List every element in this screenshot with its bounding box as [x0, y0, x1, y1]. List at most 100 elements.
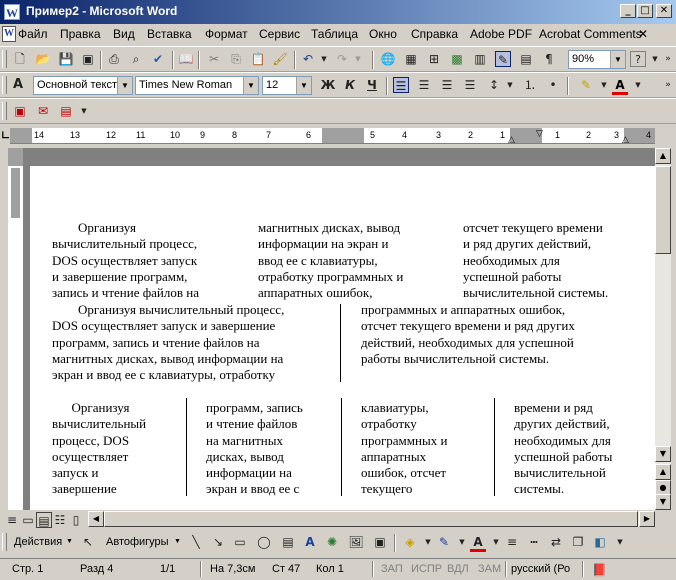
- scroll-down-icon[interactable]: ▼: [655, 446, 671, 462]
- bullets-icon[interactable]: •: [545, 77, 561, 93]
- drawing-icon[interactable]: ✎: [495, 51, 511, 67]
- line-spacing-dropdown-icon[interactable]: ▼: [502, 77, 518, 93]
- shadow-style-icon[interactable]: ❐: [570, 534, 586, 550]
- word-app-icon[interactable]: W: [4, 4, 20, 20]
- menu-table[interactable]: Таблица: [311, 27, 358, 41]
- font-size-combo[interactable]: 12 ▼: [262, 76, 312, 95]
- align-left-icon[interactable]: ☰: [393, 77, 409, 93]
- rectangle-icon[interactable]: ▭: [232, 534, 248, 550]
- fill-color-dropdown-icon[interactable]: ▼: [420, 534, 436, 550]
- section2-col2[interactable]: программных и аппаратных ошибок, отсчет …: [361, 302, 575, 367]
- wordart-icon[interactable]: A: [302, 534, 318, 550]
- maximize-button[interactable]: □: [637, 4, 653, 18]
- dash-style-icon[interactable]: ┅: [526, 534, 542, 550]
- highlight-icon[interactable]: ✎: [578, 77, 594, 93]
- redo-dropdown-icon[interactable]: ▼: [350, 51, 366, 67]
- menu-help[interactable]: Справка: [411, 27, 458, 41]
- undo-icon[interactable]: ↶: [300, 51, 316, 67]
- drawing-font-color-dropdown-icon[interactable]: ▼: [488, 534, 504, 550]
- reading-layout-icon[interactable]: ▯: [68, 512, 84, 528]
- highlight-dropdown-icon[interactable]: ▼: [596, 77, 612, 93]
- font-color-icon[interactable]: A: [612, 77, 628, 95]
- pdf-toolbar-dropdown-icon[interactable]: ▼: [76, 103, 92, 119]
- vertical-ruler[interactable]: [8, 148, 24, 510]
- open-folder-icon[interactable]: 📂: [35, 51, 51, 67]
- styles-pane-icon[interactable]: A: [10, 77, 26, 93]
- close-button[interactable]: ✕: [656, 4, 672, 18]
- font-combo[interactable]: Times New Roman ▼: [135, 76, 259, 95]
- zoom-dropdown-icon[interactable]: ▼: [610, 51, 625, 68]
- undo-dropdown-icon[interactable]: ▼: [316, 51, 332, 67]
- underline-button[interactable]: Ч: [364, 77, 380, 93]
- menu-acrobat-comments[interactable]: Acrobat Comments: [539, 27, 642, 41]
- first-line-indent-marker[interactable]: ▽: [536, 128, 543, 139]
- section1-col2[interactable]: магнитных дисках, вывод информации на эк…: [258, 220, 403, 301]
- picture-icon[interactable]: ▣: [372, 534, 388, 550]
- style-dropdown-icon[interactable]: ▼: [117, 77, 132, 94]
- section3-col3[interactable]: клавиатуры, отработку программных и аппа…: [361, 400, 447, 498]
- numbering-icon[interactable]: ⒈: [522, 77, 538, 93]
- paste-icon[interactable]: 📋: [250, 51, 266, 67]
- actions-dropdown-icon[interactable]: ▼: [66, 538, 73, 545]
- arrow-style-icon[interactable]: ⇄: [548, 534, 564, 550]
- toolbar-options-icon[interactable]: »: [660, 77, 676, 93]
- menu-format[interactable]: Формат: [205, 27, 248, 41]
- minimize-button[interactable]: _: [620, 4, 636, 18]
- align-right-icon[interactable]: ☰: [439, 77, 455, 93]
- oval-icon[interactable]: ◯: [256, 534, 272, 550]
- 3d-style-icon[interactable]: ◧: [592, 534, 608, 550]
- line-icon[interactable]: ╲: [188, 534, 204, 550]
- status-rec[interactable]: ЗАП: [381, 563, 403, 575]
- outline-view-icon[interactable]: ☷: [52, 512, 68, 528]
- vertical-scrollbar[interactable]: ▲ ▼ ▲ ● ▼: [655, 148, 671, 510]
- line-color-icon[interactable]: ✎: [436, 534, 452, 550]
- previous-page-icon[interactable]: ▲: [655, 464, 671, 480]
- insert-excel-icon[interactable]: ▩: [449, 51, 465, 67]
- arrow-icon[interactable]: ↘: [210, 534, 226, 550]
- status-language[interactable]: русский (Ро: [511, 563, 570, 575]
- toolbar-grip[interactable]: [2, 50, 7, 68]
- document-icon[interactable]: W: [2, 26, 16, 42]
- section3-col2[interactable]: программ, запись и чтение файлов на магн…: [206, 400, 303, 498]
- menu-insert[interactable]: Вставка: [147, 27, 192, 41]
- pdf-email-icon[interactable]: ✉: [35, 103, 51, 119]
- horizontal-scroll-thumb[interactable]: [104, 511, 638, 527]
- redo-icon[interactable]: ↷: [334, 51, 350, 67]
- document-area[interactable]: Организуя вычислительный процесс, DOS ос…: [24, 148, 655, 510]
- toolbar-grip[interactable]: [2, 533, 7, 551]
- close-document-icon[interactable]: ✕: [638, 27, 648, 41]
- print-icon[interactable]: ⎙: [106, 51, 122, 67]
- line-spacing-icon[interactable]: ↕: [486, 77, 502, 93]
- copy-icon[interactable]: ⎘: [228, 51, 244, 67]
- hanging-indent-marker[interactable]: △: [508, 134, 515, 143]
- horizontal-scrollbar[interactable]: ◀ ▶: [88, 511, 655, 527]
- columns-icon[interactable]: ▥: [472, 51, 488, 67]
- menu-adobe-pdf[interactable]: Adobe PDF: [470, 27, 532, 41]
- actions-menu[interactable]: Действия: [14, 536, 62, 548]
- drawing-toolbar-options-icon[interactable]: ▼: [612, 534, 628, 550]
- diagram-icon[interactable]: ✺: [324, 534, 340, 550]
- menu-tools[interactable]: Сервис: [259, 27, 300, 41]
- document-page[interactable]: Организуя вычислительный процесс, DOS ос…: [30, 166, 655, 510]
- research-icon[interactable]: 📖: [178, 51, 194, 67]
- italic-button[interactable]: К: [342, 77, 358, 93]
- line-style-icon[interactable]: ≡: [504, 534, 520, 550]
- print-layout-icon[interactable]: ▤: [36, 512, 52, 528]
- section1-col1[interactable]: Организуя вычислительный процесс, DOS ос…: [52, 220, 199, 301]
- section3-col4[interactable]: времени и ряд других действий, необходим…: [514, 400, 612, 498]
- new-document-icon[interactable]: 🗋: [12, 51, 28, 67]
- tab-selector[interactable]: ∟: [0, 128, 10, 144]
- format-painter-icon[interactable]: 🖌: [272, 51, 288, 67]
- bold-button[interactable]: Ж: [320, 77, 336, 93]
- zoom-combo[interactable]: 90% ▼: [568, 50, 626, 69]
- cut-icon[interactable]: ✂: [206, 51, 222, 67]
- toolbar-grip[interactable]: [2, 76, 7, 94]
- help-icon[interactable]: ?: [630, 51, 646, 67]
- permission-icon[interactable]: ▣: [80, 51, 96, 67]
- scroll-left-icon[interactable]: ◀: [88, 511, 104, 527]
- font-color-dropdown-icon[interactable]: ▼: [630, 77, 646, 93]
- menu-view[interactable]: Вид: [113, 27, 135, 41]
- align-center-icon[interactable]: ☰: [416, 77, 432, 93]
- horizontal-ruler[interactable]: 14 13 12 11 10 9 8 7 6 5 4 3 2 1 1 2 3 4…: [10, 128, 655, 144]
- status-ext[interactable]: ВДЛ: [447, 563, 469, 575]
